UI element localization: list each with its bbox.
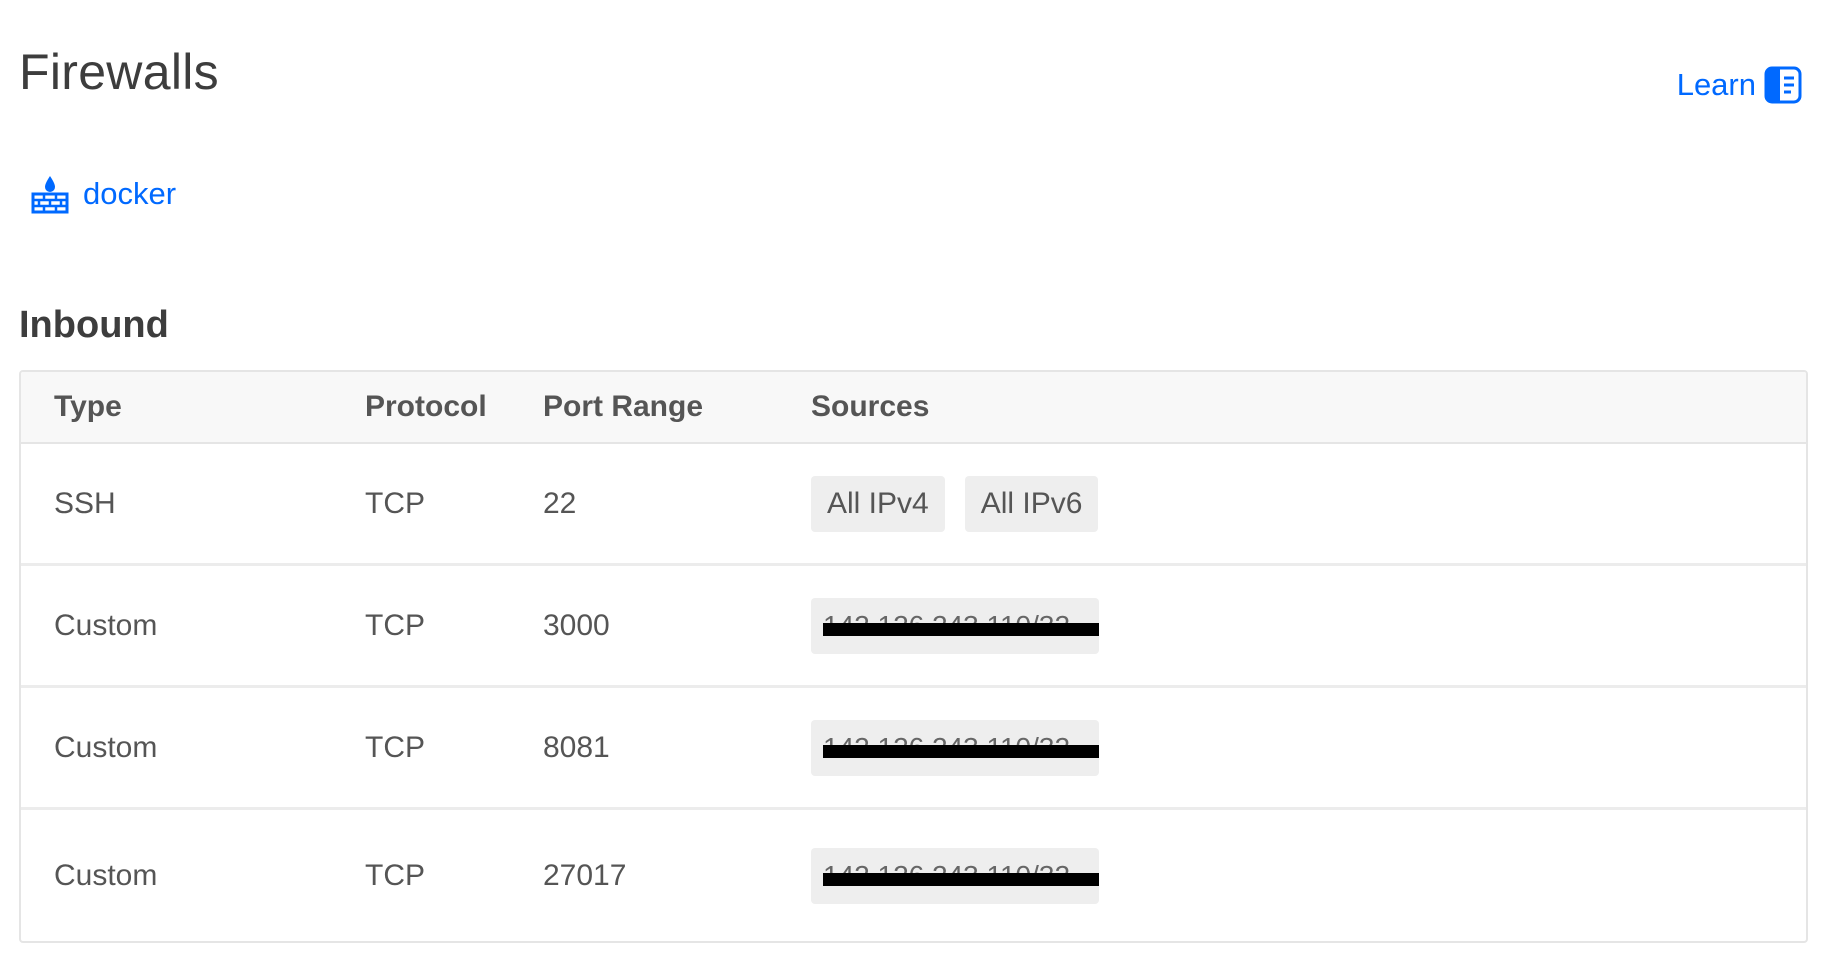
rule-type: Custom [54,608,158,642]
rule-protocol: TCP [365,858,425,892]
inbound-section-title: Inbound [19,304,169,346]
table-row: Custom TCP 27017 142.126.243.110/32 [21,810,1806,941]
table-row: Custom TCP 8081 142.126.243.110/32 [21,688,1806,810]
source-chip-redacted: 142.126.243.110/32 [811,719,1099,776]
rule-type: Custom [54,730,158,764]
learn-link[interactable]: Learn [1677,66,1802,104]
source-chip-redacted: 142.126.243.110/32 [811,847,1099,904]
rule-port-range: 8081 [543,730,610,764]
rule-protocol: TCP [365,608,425,642]
firewall-name: docker [83,176,177,211]
source-chip-redacted: 142.126.243.110/32 [811,597,1099,654]
firewall-link-docker[interactable]: docker [31,174,176,214]
column-header-type: Type [54,390,122,423]
firewall-icon [31,174,69,214]
column-header-sources: Sources [811,390,930,423]
redaction-bar [823,622,1099,636]
rule-type: Custom [54,858,158,892]
rule-sources: All IPv4 All IPv6 [811,475,1806,532]
page-title: Firewalls [19,44,219,100]
source-chip: All IPv6 [964,475,1099,532]
rule-port-range: 22 [543,486,577,520]
rule-port-range: 27017 [543,858,627,892]
table-header: Type Protocol Port Range Sources [21,372,1806,444]
source-chip: All IPv4 [811,475,945,532]
learn-label: Learn [1676,67,1756,102]
redaction-bar [823,744,1099,758]
rule-sources: 142.126.243.110/32 [811,847,1806,904]
column-header-port-range: Port Range [543,390,704,423]
redaction-bar [823,872,1099,886]
rule-port-range: 3000 [543,608,610,642]
rule-type: SSH [54,486,116,520]
rule-protocol: TCP [365,730,425,764]
column-header-protocol: Protocol [365,390,487,423]
rule-sources: 142.126.243.110/32 [811,719,1806,776]
inbound-rules-table: Type Protocol Port Range Sources SSH TCP… [19,370,1808,943]
table-row: SSH TCP 22 All IPv4 All IPv6 [21,444,1806,566]
document-icon [1764,66,1802,104]
rule-sources: 142.126.243.110/32 [811,597,1806,654]
table-row: Custom TCP 3000 142.126.243.110/32 [21,566,1806,688]
rule-protocol: TCP [365,486,425,520]
